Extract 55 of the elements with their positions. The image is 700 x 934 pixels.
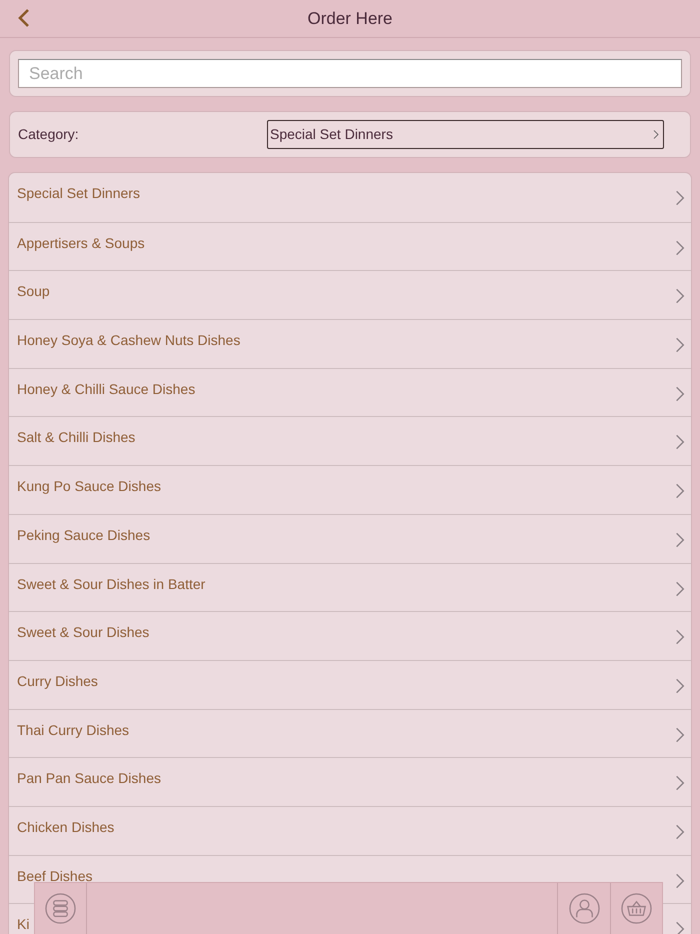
back-icon xyxy=(18,8,30,28)
menu-item[interactable]: Peking Sauce Dishes xyxy=(9,514,691,562)
menu-item[interactable]: Soup xyxy=(9,270,691,320)
menu-item[interactable]: Kung Po Sauce Dishes xyxy=(9,465,691,514)
chevron-icon xyxy=(675,287,685,306)
chevron-icon xyxy=(675,189,685,207)
chevron-icon xyxy=(675,384,685,403)
search-field[interactable]: Search xyxy=(18,59,682,88)
menu-item-label: Honey Soya & Cashew Nuts Dishes xyxy=(17,331,240,350)
menu-item-label: Curry Dishes xyxy=(17,672,98,691)
menu-item-label: Honey & Chilli Sauce Dishes xyxy=(17,380,196,399)
menu-item[interactable]: Salt & Chilli Dishes xyxy=(9,416,691,466)
chevron-icon xyxy=(675,336,685,354)
menu-item[interactable]: Curry Dishes xyxy=(9,660,691,709)
menu-item-label: Kung Po Sauce Dishes xyxy=(17,477,161,496)
chevron-icon xyxy=(675,482,685,500)
chevron-icon xyxy=(675,676,685,695)
category-label: Category: xyxy=(18,125,80,144)
chevron-icon xyxy=(675,628,685,646)
menu-item[interactable]: Appertisers & Soups xyxy=(9,222,691,270)
user-icon xyxy=(568,893,600,924)
menu-item-label: Soup xyxy=(17,282,50,302)
menu-item[interactable]: Special Set Dinners xyxy=(9,173,691,222)
menu-item-label: Thai Curry Dishes xyxy=(17,720,130,740)
menu-item-label: Sweet & Sour Dishes in Batter xyxy=(17,574,206,594)
menu-item[interactable]: Pan Pan Sauce Dishes xyxy=(9,757,691,806)
chevron-icon xyxy=(675,580,685,598)
chevron-icon xyxy=(675,433,685,452)
menu-item-label: Sweet & Sour Dishes xyxy=(17,623,150,642)
chevron-icon xyxy=(675,872,685,890)
chevron-icon xyxy=(675,920,685,934)
chevron-icon xyxy=(675,530,685,549)
menu-item-label: Appertisers & Soups xyxy=(17,234,145,253)
chevron-icon xyxy=(675,822,685,841)
chevron-icon xyxy=(675,774,685,792)
basket-icon xyxy=(621,893,652,924)
chevron-icon xyxy=(675,238,685,257)
database-icon xyxy=(45,893,76,924)
menu-item-label: Salt & Chilli Dishes xyxy=(17,428,136,448)
menu-item-label: Beef Dishes xyxy=(17,866,92,886)
menu-item-label: Special Set Dinners xyxy=(17,184,140,203)
menu-item-label: Peking Sauce Dishes xyxy=(17,526,150,545)
menu-item-label: Chicken Dishes xyxy=(17,818,114,837)
menu-item[interactable]: Sweet & Sour Dishes in Batter xyxy=(9,562,691,612)
chevron-icon xyxy=(653,129,659,140)
menu-item[interactable]: Honey & Chilli Sauce Dishes xyxy=(9,368,691,416)
category-dropdown[interactable]: Special Set Dinners xyxy=(267,120,664,149)
menu-item[interactable]: Chicken Dishes xyxy=(9,806,691,855)
menu-item[interactable]: Sweet & Sour Dishes xyxy=(9,611,691,660)
page-title: Order Here xyxy=(306,8,394,30)
menu-item[interactable]: Honey Soya & Cashew Nuts Dishes xyxy=(9,319,691,368)
chevron-icon xyxy=(675,726,685,744)
menu-item-label: Ki xyxy=(17,915,30,934)
menu-item[interactable]: Thai Curry Dishes xyxy=(9,708,691,758)
menu-item-label: Pan Pan Sauce Dishes xyxy=(17,769,161,788)
